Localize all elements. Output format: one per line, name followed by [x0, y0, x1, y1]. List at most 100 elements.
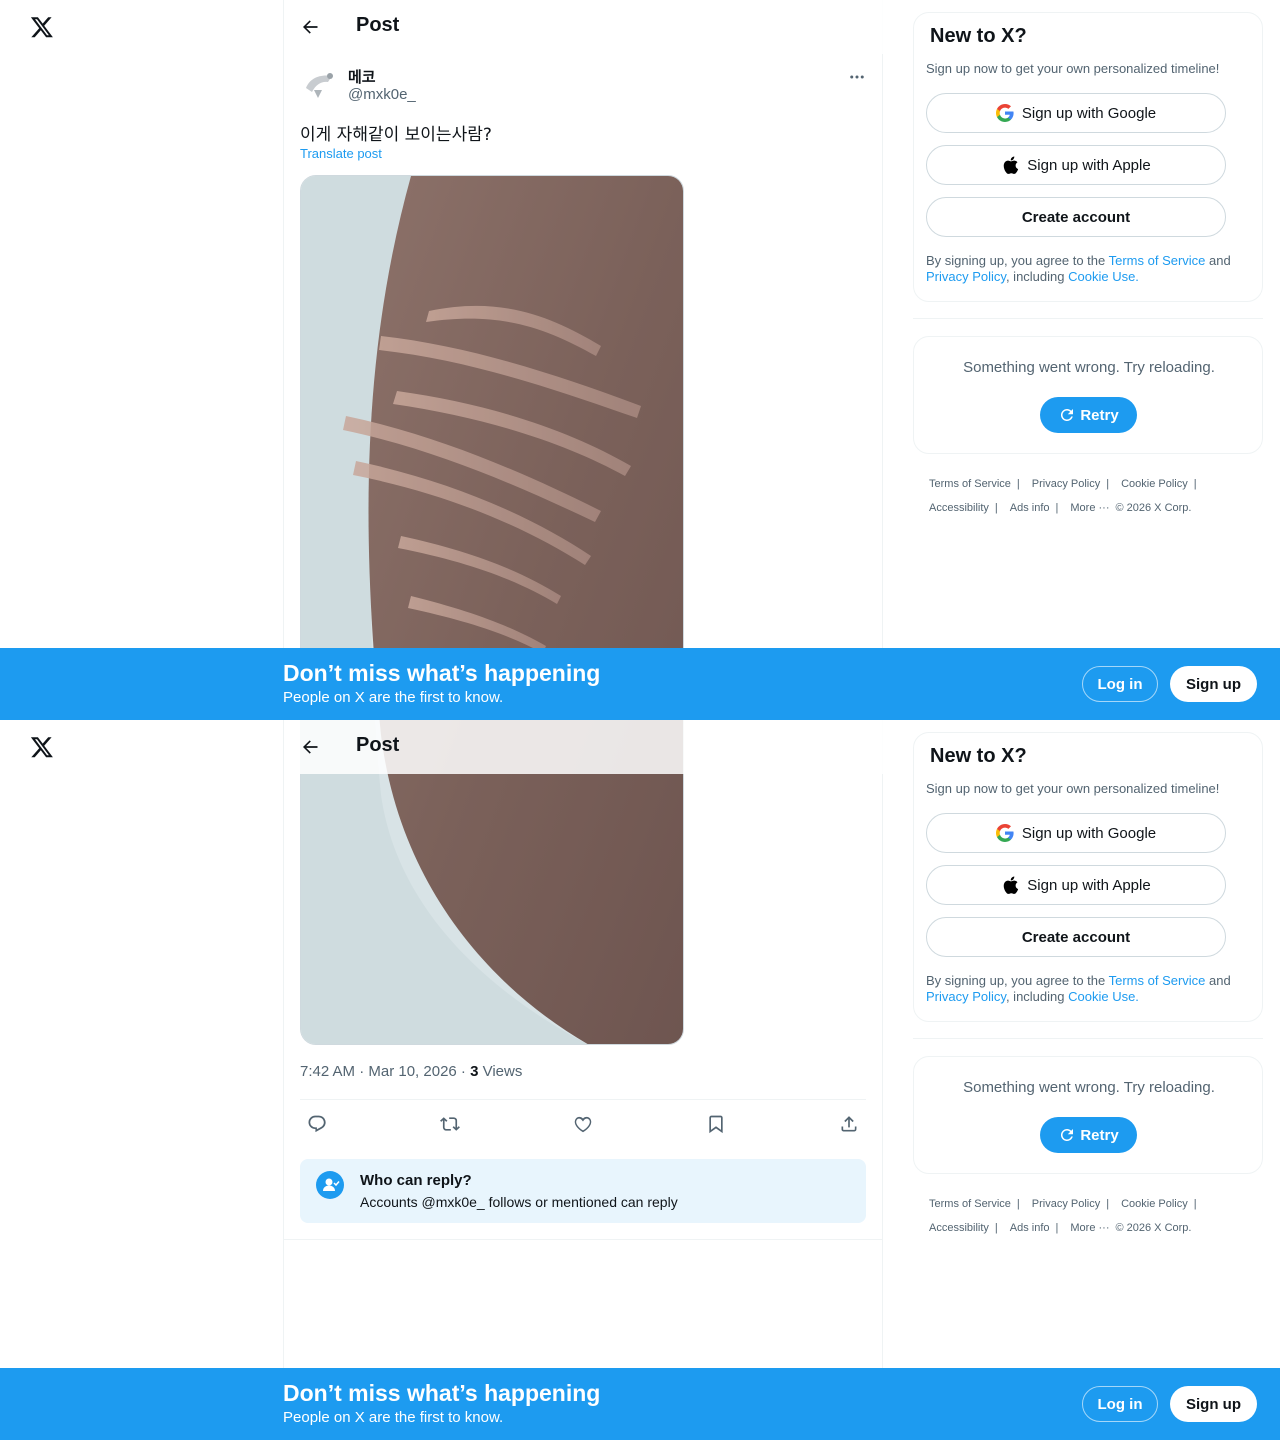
legal-text: By signing up, you agree to the Terms of…	[926, 253, 1256, 285]
apple-signup-label: Sign up with Apple	[1027, 156, 1151, 174]
retry-button[interactable]: Retry	[1040, 1117, 1137, 1153]
repost-button[interactable]	[433, 1107, 467, 1141]
privacy-link[interactable]: Privacy Policy	[926, 989, 1006, 1004]
login-button[interactable]: Log in	[1082, 666, 1158, 702]
sidebar-divider	[913, 318, 1263, 319]
back-arrow-icon[interactable]	[300, 17, 320, 37]
signup-banner: Don’t miss what’s happening People on X …	[0, 1368, 1280, 1440]
footer-accessibility[interactable]: Accessibility	[929, 502, 989, 514]
primary-column: Post 7:42 AM · Mar 10, 2026 · 3 Views Wh…	[283, 720, 883, 1440]
page-title: Post	[356, 14, 400, 36]
footer-cookie[interactable]: Cookie Policy	[1121, 1198, 1188, 1210]
footer-copyright: © 2026 X Corp.	[1115, 502, 1192, 514]
google-signup-label: Sign up with Google	[1021, 104, 1157, 122]
apple-icon	[1004, 156, 1019, 174]
terms-link[interactable]: Terms of Service	[1109, 253, 1206, 268]
apple-icon	[1004, 876, 1019, 894]
more-icon[interactable]	[848, 68, 866, 86]
google-signup-button[interactable]: Sign up with Google	[926, 813, 1226, 853]
post-image[interactable]	[300, 175, 684, 720]
error-message: Something went wrong. Try reloading.	[963, 1079, 1215, 1096]
reply-button[interactable]	[300, 1107, 334, 1141]
error-message: Something went wrong. Try reloading.	[963, 359, 1215, 376]
signup-card: New to X? Sign up now to get your own pe…	[913, 732, 1263, 1022]
signup-button[interactable]: Sign up	[1170, 1386, 1257, 1422]
post-header: Post	[284, 0, 883, 54]
footer-copyright: © 2026 X Corp.	[1115, 1222, 1192, 1234]
signup-banner: Don’t miss what’s happening People on X …	[0, 648, 1280, 720]
banner-subtitle: People on X are the first to know.	[283, 1409, 504, 1426]
privacy-link[interactable]: Privacy Policy	[926, 269, 1006, 284]
like-button[interactable]	[566, 1107, 600, 1141]
banner-subtitle: People on X are the first to know.	[283, 689, 504, 706]
legal-prefix: By signing up, you agree to the	[926, 253, 1109, 268]
post-time[interactable]: 7:42 AM · Mar 10, 2026	[300, 1063, 457, 1080]
footer-terms[interactable]: Terms of Service	[929, 478, 1011, 490]
cookie-link[interactable]: Cookie Use.	[1068, 989, 1139, 1004]
legal-including: , including	[1005, 269, 1069, 284]
banner-title: Don’t miss what’s happening	[283, 660, 601, 686]
retry-label: Retry	[1080, 406, 1119, 424]
post-header: Post	[284, 720, 883, 774]
action-bar	[300, 1100, 866, 1148]
legal-and: and	[1205, 973, 1231, 988]
legal-including: , including	[1005, 989, 1069, 1004]
footer-links: Terms of Service | Privacy Policy | Cookie P…	[929, 1198, 1197, 1234]
retry-label: Retry	[1080, 1126, 1119, 1144]
post-text: 이게 자해같이 보이는사람?	[300, 125, 492, 145]
footer-cookie[interactable]: Cookie Policy	[1121, 478, 1188, 490]
sidebar-divider	[913, 1038, 1263, 1039]
post-timestamp: 7:42 AM · Mar 10, 2026 · 3 Views	[300, 1063, 522, 1080]
avatar[interactable]	[300, 64, 340, 104]
cookie-link[interactable]: Cookie Use.	[1068, 269, 1139, 284]
back-arrow-icon[interactable]	[300, 737, 320, 757]
google-icon	[995, 824, 1014, 842]
screen-top: Post 메코 @mxk0e_ 이게 자해같이 보이는사람? Translate…	[0, 0, 1280, 720]
footer-more[interactable]: More ···	[1070, 1222, 1109, 1234]
user-handle[interactable]: @mxk0e_	[348, 86, 416, 103]
retry-icon	[1061, 1128, 1074, 1141]
google-icon	[995, 104, 1014, 122]
footer-privacy[interactable]: Privacy Policy	[1032, 478, 1100, 490]
primary-column: Post 메코 @mxk0e_ 이게 자해같이 보이는사람? Translate…	[283, 0, 883, 720]
create-account-button[interactable]: Create account	[926, 917, 1226, 957]
x-logo-icon[interactable]	[30, 735, 54, 759]
retry-icon	[1061, 408, 1074, 421]
apple-signup-button[interactable]: Sign up with Apple	[926, 145, 1226, 185]
bookmark-button[interactable]	[699, 1107, 733, 1141]
display-name[interactable]: 메코	[348, 66, 376, 87]
apple-signup-label: Sign up with Apple	[1027, 876, 1151, 894]
signup-button[interactable]: Sign up	[1170, 666, 1257, 702]
x-logo-icon[interactable]	[30, 15, 54, 39]
footer-ads[interactable]: Ads info	[1010, 1222, 1050, 1234]
translate-post-link[interactable]: Translate post	[300, 146, 382, 161]
footer-more[interactable]: More ···	[1070, 502, 1109, 514]
views-label: Views	[478, 1063, 523, 1080]
retry-button[interactable]: Retry	[1040, 397, 1137, 433]
repost-icon	[440, 1117, 460, 1131]
error-card: Something went wrong. Try reloading. Ret…	[913, 336, 1263, 454]
footer-accessibility[interactable]: Accessibility	[929, 1222, 989, 1234]
login-button[interactable]: Log in	[1082, 1386, 1158, 1422]
screen-bottom: Post 7:42 AM · Mar 10, 2026 · 3 Views Wh…	[0, 720, 1280, 1440]
who-can-reply-box: Who can reply? Accounts @mxk0e_ follows …	[300, 1159, 866, 1223]
reply-settings-description: Accounts @mxk0e_ follows or mentioned ca…	[360, 1194, 678, 1210]
google-signup-button[interactable]: Sign up with Google	[926, 93, 1226, 133]
legal-prefix: By signing up, you agree to the	[926, 973, 1109, 988]
footer-terms[interactable]: Terms of Service	[929, 1198, 1011, 1210]
legal-and: and	[1205, 253, 1231, 268]
share-icon	[841, 1116, 857, 1132]
signup-title: New to X?	[930, 745, 1027, 767]
footer-ads[interactable]: Ads info	[1010, 502, 1050, 514]
share-button[interactable]	[832, 1107, 866, 1141]
footer-links: Terms of Service | Privacy Policy | Cookie P…	[929, 478, 1197, 514]
footer-privacy[interactable]: Privacy Policy	[1032, 1198, 1100, 1210]
signup-subtitle: Sign up now to get your own personalized…	[926, 781, 1220, 796]
views-separator: ·	[456, 1063, 471, 1080]
apple-signup-button[interactable]: Sign up with Apple	[926, 865, 1226, 905]
reply-icon	[308, 1115, 326, 1133]
create-account-button[interactable]: Create account	[926, 197, 1226, 237]
bookmark-icon	[709, 1115, 723, 1134]
terms-link[interactable]: Terms of Service	[1109, 973, 1206, 988]
legal-text: By signing up, you agree to the Terms of…	[926, 973, 1256, 1005]
